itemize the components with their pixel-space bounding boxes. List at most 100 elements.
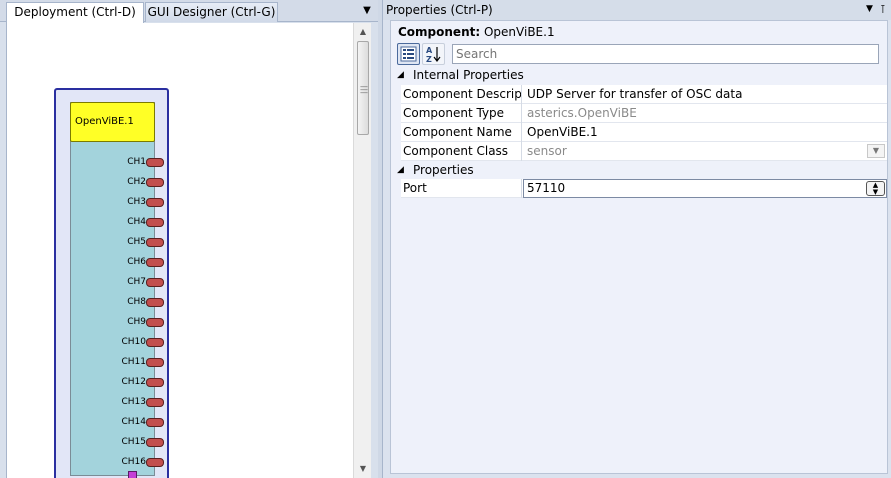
port-label: CH7 bbox=[127, 277, 146, 287]
spin-buttons[interactable]: ▲ ▼ bbox=[866, 181, 885, 196]
port-label: CH8 bbox=[127, 297, 146, 307]
port-label: CH9 bbox=[127, 317, 146, 327]
property-row-port[interactable]: Port 57110 ▲ ▼ bbox=[401, 179, 887, 198]
port-pin-icon[interactable] bbox=[146, 358, 164, 367]
spin-down-icon[interactable]: ▼ bbox=[867, 189, 884, 196]
port-label: CH11 bbox=[121, 357, 146, 367]
scrollbar-thumb[interactable]: — — — bbox=[357, 41, 369, 135]
port-pin-icon[interactable] bbox=[146, 398, 164, 407]
section-properties[interactable]: ◢ Properties bbox=[391, 161, 887, 179]
port-pin-icon[interactable] bbox=[146, 458, 164, 467]
output-port-ch15[interactable]: CH15 bbox=[112, 436, 168, 448]
output-port-ch13[interactable]: CH13 bbox=[112, 396, 168, 408]
event-output-icon[interactable] bbox=[128, 471, 137, 478]
output-port-ch1[interactable]: CH1 bbox=[112, 156, 168, 168]
property-name: Component Type bbox=[401, 104, 522, 123]
properties-title: Properties (Ctrl-P) bbox=[386, 3, 493, 17]
component-title[interactable]: OpenViBE.1 bbox=[70, 102, 155, 142]
grip-icon: — — — bbox=[360, 82, 368, 97]
output-port-ch7[interactable]: CH7 bbox=[112, 276, 168, 288]
property-name: Component Name bbox=[401, 123, 522, 142]
port-label: CH16 bbox=[121, 457, 146, 467]
output-port-ch14[interactable]: CH14 bbox=[112, 416, 168, 428]
port-stepper[interactable]: 57110 ▲ ▼ bbox=[523, 179, 887, 198]
sort-az-icon[interactable]: A Z bbox=[422, 43, 445, 65]
pin-icon[interactable]: ⊺ bbox=[880, 3, 891, 16]
port-pin-icon[interactable] bbox=[146, 238, 164, 247]
port-pin-icon[interactable] bbox=[146, 318, 164, 327]
property-name: Component Descriptic bbox=[401, 85, 522, 104]
categorized-view-icon[interactable] bbox=[397, 43, 420, 65]
port-pin-icon[interactable] bbox=[146, 178, 164, 187]
port-label: CH4 bbox=[127, 217, 146, 227]
output-port-ch10[interactable]: CH10 bbox=[112, 336, 168, 348]
port-pin-icon[interactable] bbox=[146, 338, 164, 347]
port-label: CH2 bbox=[127, 177, 146, 187]
output-port-ch4[interactable]: CH4 bbox=[112, 216, 168, 228]
property-row-type[interactable]: Component Type asterics.OpenViBE bbox=[401, 104, 887, 123]
output-port-ch3[interactable]: CH3 bbox=[112, 196, 168, 208]
property-value-description[interactable]: UDP Server for transfer of OSC data bbox=[523, 85, 887, 104]
svg-text:Z: Z bbox=[426, 55, 432, 64]
arrow-up-icon[interactable]: ▲ bbox=[354, 27, 372, 39]
collapse-triangle-icon[interactable]: ◢ bbox=[397, 161, 404, 179]
output-port-ch12[interactable]: CH12 bbox=[112, 376, 168, 388]
output-port-ch5[interactable]: CH5 bbox=[112, 236, 168, 248]
class-value-text: sensor bbox=[527, 144, 567, 158]
section-label: Properties bbox=[413, 163, 474, 177]
svg-text:A: A bbox=[426, 46, 433, 55]
deployment-panel: Deployment (Ctrl-D) GUI Designer (Ctrl-G… bbox=[0, 0, 378, 478]
properties-content: Component: OpenViBE.1 A Z ◢ Internal Pro… bbox=[390, 20, 888, 474]
deployment-canvas[interactable]: OpenViBE.1 CH1 CH2 CH3 CH4 CH5 CH6 CH7 CH8 CH9 CH… bbox=[6, 23, 371, 478]
port-pin-icon[interactable] bbox=[146, 198, 164, 207]
port-pin-icon[interactable] bbox=[146, 298, 164, 307]
vertical-scrollbar[interactable]: ▲ — — — ▼ bbox=[353, 23, 371, 478]
port-label: CH10 bbox=[121, 337, 146, 347]
chevron-down-icon[interactable]: ▼ bbox=[360, 4, 374, 18]
port-pin-icon[interactable] bbox=[146, 438, 164, 447]
port-pin-icon[interactable] bbox=[146, 158, 164, 167]
port-value: 57110 bbox=[527, 181, 566, 195]
component-block[interactable]: OpenViBE.1 CH1 CH2 CH3 CH4 CH5 CH6 CH7 CH8 CH9 CH… bbox=[54, 88, 169, 478]
port-label: CH5 bbox=[127, 237, 146, 247]
property-row-name[interactable]: Component Name OpenViBE.1 bbox=[401, 123, 887, 142]
port-label: CH1 bbox=[127, 157, 146, 167]
output-port-ch2[interactable]: CH2 bbox=[112, 176, 168, 188]
tab-gui-designer[interactable]: GUI Designer (Ctrl-G) bbox=[145, 2, 278, 22]
output-port-ch9[interactable]: CH9 bbox=[112, 316, 168, 328]
component-info: Component: OpenViBE.1 bbox=[398, 25, 555, 39]
property-name: Port bbox=[401, 179, 522, 198]
properties-header: Properties (Ctrl-P) ▼ ⊺ bbox=[383, 0, 891, 20]
tab-deployment[interactable]: Deployment (Ctrl-D) bbox=[6, 2, 144, 23]
component-label: Component: bbox=[398, 25, 481, 39]
arrow-down-icon[interactable]: ▼ bbox=[354, 464, 372, 476]
property-value-name[interactable]: OpenViBE.1 bbox=[523, 123, 887, 142]
port-pin-icon[interactable] bbox=[146, 378, 164, 387]
output-port-ch6[interactable]: CH6 bbox=[112, 256, 168, 268]
port-label: CH15 bbox=[121, 437, 146, 447]
section-internal-properties[interactable]: ◢ Internal Properties bbox=[391, 66, 887, 84]
port-pin-icon[interactable] bbox=[146, 258, 164, 267]
property-value-class: sensor ▼ bbox=[523, 142, 887, 161]
output-port-ch16[interactable]: CH16 bbox=[112, 456, 168, 468]
port-pin-icon[interactable] bbox=[146, 418, 164, 427]
collapse-triangle-icon[interactable]: ◢ bbox=[397, 66, 404, 84]
property-row-description[interactable]: Component Descriptic UDP Server for tran… bbox=[401, 85, 887, 104]
property-row-class[interactable]: Component Class sensor ▼ bbox=[401, 142, 887, 161]
section-label: Internal Properties bbox=[413, 68, 524, 82]
output-port-ch11[interactable]: CH11 bbox=[112, 356, 168, 368]
properties-panel: Properties (Ctrl-P) ▼ ⊺ Component: OpenV… bbox=[382, 0, 891, 478]
port-label: CH14 bbox=[121, 417, 146, 427]
chevron-down-icon[interactable]: ▼ bbox=[866, 4, 878, 14]
port-pin-icon[interactable] bbox=[146, 218, 164, 227]
tab-strip: Deployment (Ctrl-D) GUI Designer (Ctrl-G… bbox=[0, 0, 378, 23]
port-pin-icon[interactable] bbox=[146, 278, 164, 287]
property-name: Component Class bbox=[401, 142, 522, 161]
search-input[interactable] bbox=[452, 44, 879, 64]
output-port-ch8[interactable]: CH8 bbox=[112, 296, 168, 308]
chevron-down-icon[interactable]: ▼ bbox=[867, 144, 885, 158]
component-name-value: OpenViBE.1 bbox=[483, 25, 555, 39]
port-label: CH3 bbox=[127, 197, 146, 207]
port-label: CH6 bbox=[127, 257, 146, 267]
property-value-type: asterics.OpenViBE bbox=[527, 106, 637, 120]
